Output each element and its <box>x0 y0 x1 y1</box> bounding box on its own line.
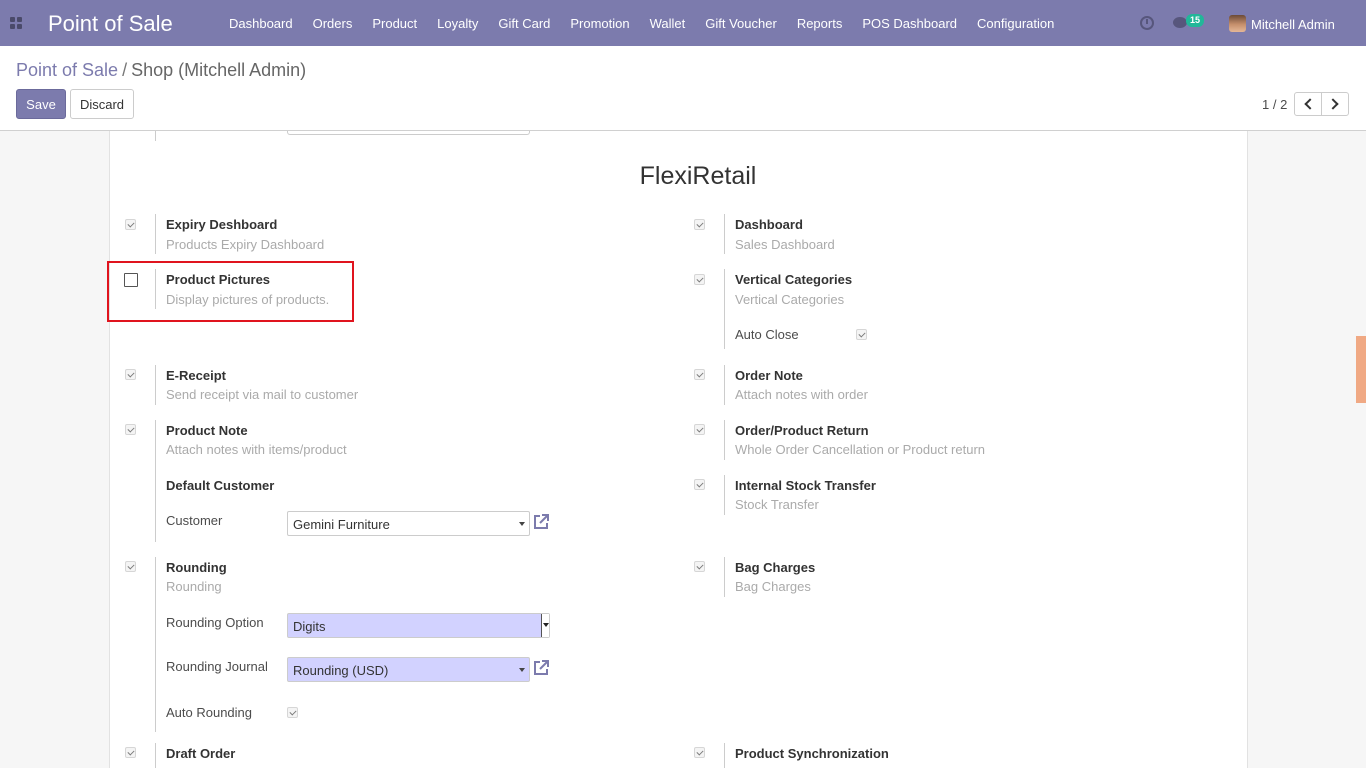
chevron-left-icon <box>1304 98 1316 110</box>
field-divider <box>155 420 156 542</box>
auto-rounding-label: Auto Rounding <box>166 705 253 720</box>
previous-field-input[interactable] <box>287 131 530 135</box>
bag-charges-checkbox[interactable] <box>694 561 705 572</box>
field-divider <box>724 365 725 405</box>
e-receipt-desc: Send receipt via mail to customer <box>166 387 359 402</box>
rounding-desc: Rounding <box>166 579 222 594</box>
menu-item-loyalty[interactable]: Loyalty <box>427 0 488 46</box>
internal-stock-transfer-checkbox[interactable] <box>694 479 705 490</box>
dashboard-checkbox[interactable] <box>694 219 705 230</box>
field-divider <box>724 557 725 597</box>
order-note-title: Order Note <box>735 368 803 383</box>
product-sync-checkbox[interactable] <box>694 747 705 758</box>
pager-previous-button[interactable] <box>1294 92 1322 116</box>
draft-order-title: Draft Order <box>166 746 236 761</box>
chat-icon[interactable] <box>1173 17 1187 28</box>
rounding-journal-select[interactable]: Rounding (USD) <box>287 657 530 682</box>
menu-item-gift-voucher[interactable]: Gift Voucher <box>695 0 787 46</box>
field-divider <box>724 214 725 254</box>
product-note-title: Product Note <box>166 423 248 438</box>
pager-next-button[interactable] <box>1321 92 1349 116</box>
control-panel: Point of Sale / Shop (Mitchell Admin) Save… <box>0 46 1366 131</box>
rounding-checkbox[interactable] <box>125 561 136 572</box>
field-divider <box>155 214 156 254</box>
form-content[interactable]: FlexiRetail Expiry Deshboard Products Ex… <box>0 131 1366 768</box>
top-navbar: Point of Sale Dashboard Orders Product L… <box>0 0 1366 46</box>
user-menu[interactable]: Mitchell Admin <box>1251 17 1335 32</box>
pager-value[interactable]: 1 / 2 <box>1262 97 1287 112</box>
vertical-categories-title: Vertical Categories <box>735 272 853 287</box>
menu-item-pos-dashboard[interactable]: POS Dashboard <box>852 0 967 46</box>
field-divider <box>155 365 156 405</box>
auto-close-checkbox[interactable] <box>856 329 867 340</box>
vertical-categories-checkbox[interactable] <box>694 274 705 285</box>
dashboard-title: Dashboard <box>735 217 803 232</box>
breadcrumb: Point of Sale / Shop (Mitchell Admin) <box>16 60 306 81</box>
external-link-icon[interactable] <box>532 659 550 677</box>
rounding-option-select[interactable]: Digits <box>287 613 550 638</box>
message-count-badge: 15 <box>1186 14 1205 27</box>
menu-item-orders[interactable]: Orders <box>303 0 363 46</box>
chevron-right-icon <box>1327 98 1339 110</box>
order-note-desc: Attach notes with order <box>735 387 868 402</box>
internal-stock-transfer-title: Internal Stock Transfer <box>735 478 876 493</box>
bag-charges-desc: Bag Charges <box>735 579 811 594</box>
order-product-return-desc: Whole Order Cancellation or Product retu… <box>735 442 986 457</box>
product-note-desc: Attach notes with items/product <box>166 442 347 457</box>
rounding-journal-label: Rounding Journal <box>166 659 268 674</box>
field-divider <box>724 269 725 349</box>
menu-item-promotion[interactable]: Promotion <box>560 0 639 46</box>
field-divider <box>724 743 725 768</box>
external-link-icon[interactable] <box>532 513 550 531</box>
discard-button[interactable]: Discard <box>70 89 134 119</box>
field-divider <box>724 420 725 460</box>
app-brand[interactable]: Point of Sale <box>48 11 173 37</box>
highlight-box <box>107 261 354 322</box>
rounding-option-label: Rounding Option <box>166 615 264 630</box>
field-divider <box>155 743 156 768</box>
internal-stock-transfer-desc: Stock Transfer <box>735 497 819 512</box>
breadcrumb-parent[interactable]: Point of Sale <box>16 60 118 80</box>
field-divider <box>155 131 156 141</box>
clock-icon[interactable] <box>1140 16 1154 30</box>
rounding-title: Rounding <box>166 560 227 575</box>
field-divider <box>724 475 725 515</box>
expiry-dashboard-title: Expiry Deshboard <box>166 217 278 232</box>
menu-item-dashboard[interactable]: Dashboard <box>219 0 303 46</box>
scrollbar-thumb[interactable] <box>1356 336 1366 403</box>
expiry-dashboard-checkbox[interactable] <box>125 219 136 230</box>
expiry-dashboard-desc: Products Expiry Dashboard <box>166 237 325 252</box>
main-menu: Dashboard Orders Product Loyalty Gift Ca… <box>219 0 1064 46</box>
order-note-checkbox[interactable] <box>694 369 705 380</box>
auto-close-label: Auto Close <box>735 327 799 342</box>
breadcrumb-current: Shop (Mitchell Admin) <box>131 60 307 80</box>
order-product-return-title: Order/Product Return <box>735 423 869 438</box>
e-receipt-checkbox[interactable] <box>125 369 136 380</box>
default-customer-title: Default Customer <box>166 478 275 493</box>
e-receipt-title: E-Receipt <box>166 368 226 383</box>
draft-order-checkbox[interactable] <box>125 747 136 758</box>
menu-item-wallet[interactable]: Wallet <box>640 0 696 46</box>
section-title: FlexiRetail <box>639 162 757 190</box>
save-button[interactable]: Save <box>16 89 66 119</box>
apps-icon[interactable] <box>10 17 22 29</box>
order-product-return-checkbox[interactable] <box>694 424 705 435</box>
product-sync-title: Product Synchronization <box>735 746 889 761</box>
field-divider <box>155 557 156 732</box>
menu-item-gift-card[interactable]: Gift Card <box>488 0 560 46</box>
breadcrumb-separator: / <box>122 60 128 80</box>
customer-select[interactable]: Gemini Furniture <box>287 511 530 536</box>
menu-item-reports[interactable]: Reports <box>787 0 853 46</box>
vertical-categories-desc: Vertical Categories <box>735 292 845 307</box>
customer-label: Customer <box>166 513 223 528</box>
menu-item-product[interactable]: Product <box>362 0 427 46</box>
menu-item-configuration[interactable]: Configuration <box>967 0 1064 46</box>
dashboard-desc: Sales Dashboard <box>735 237 835 252</box>
auto-rounding-checkbox[interactable] <box>287 707 298 718</box>
avatar[interactable] <box>1229 15 1246 32</box>
product-note-checkbox[interactable] <box>125 424 136 435</box>
bag-charges-title: Bag Charges <box>735 560 816 575</box>
